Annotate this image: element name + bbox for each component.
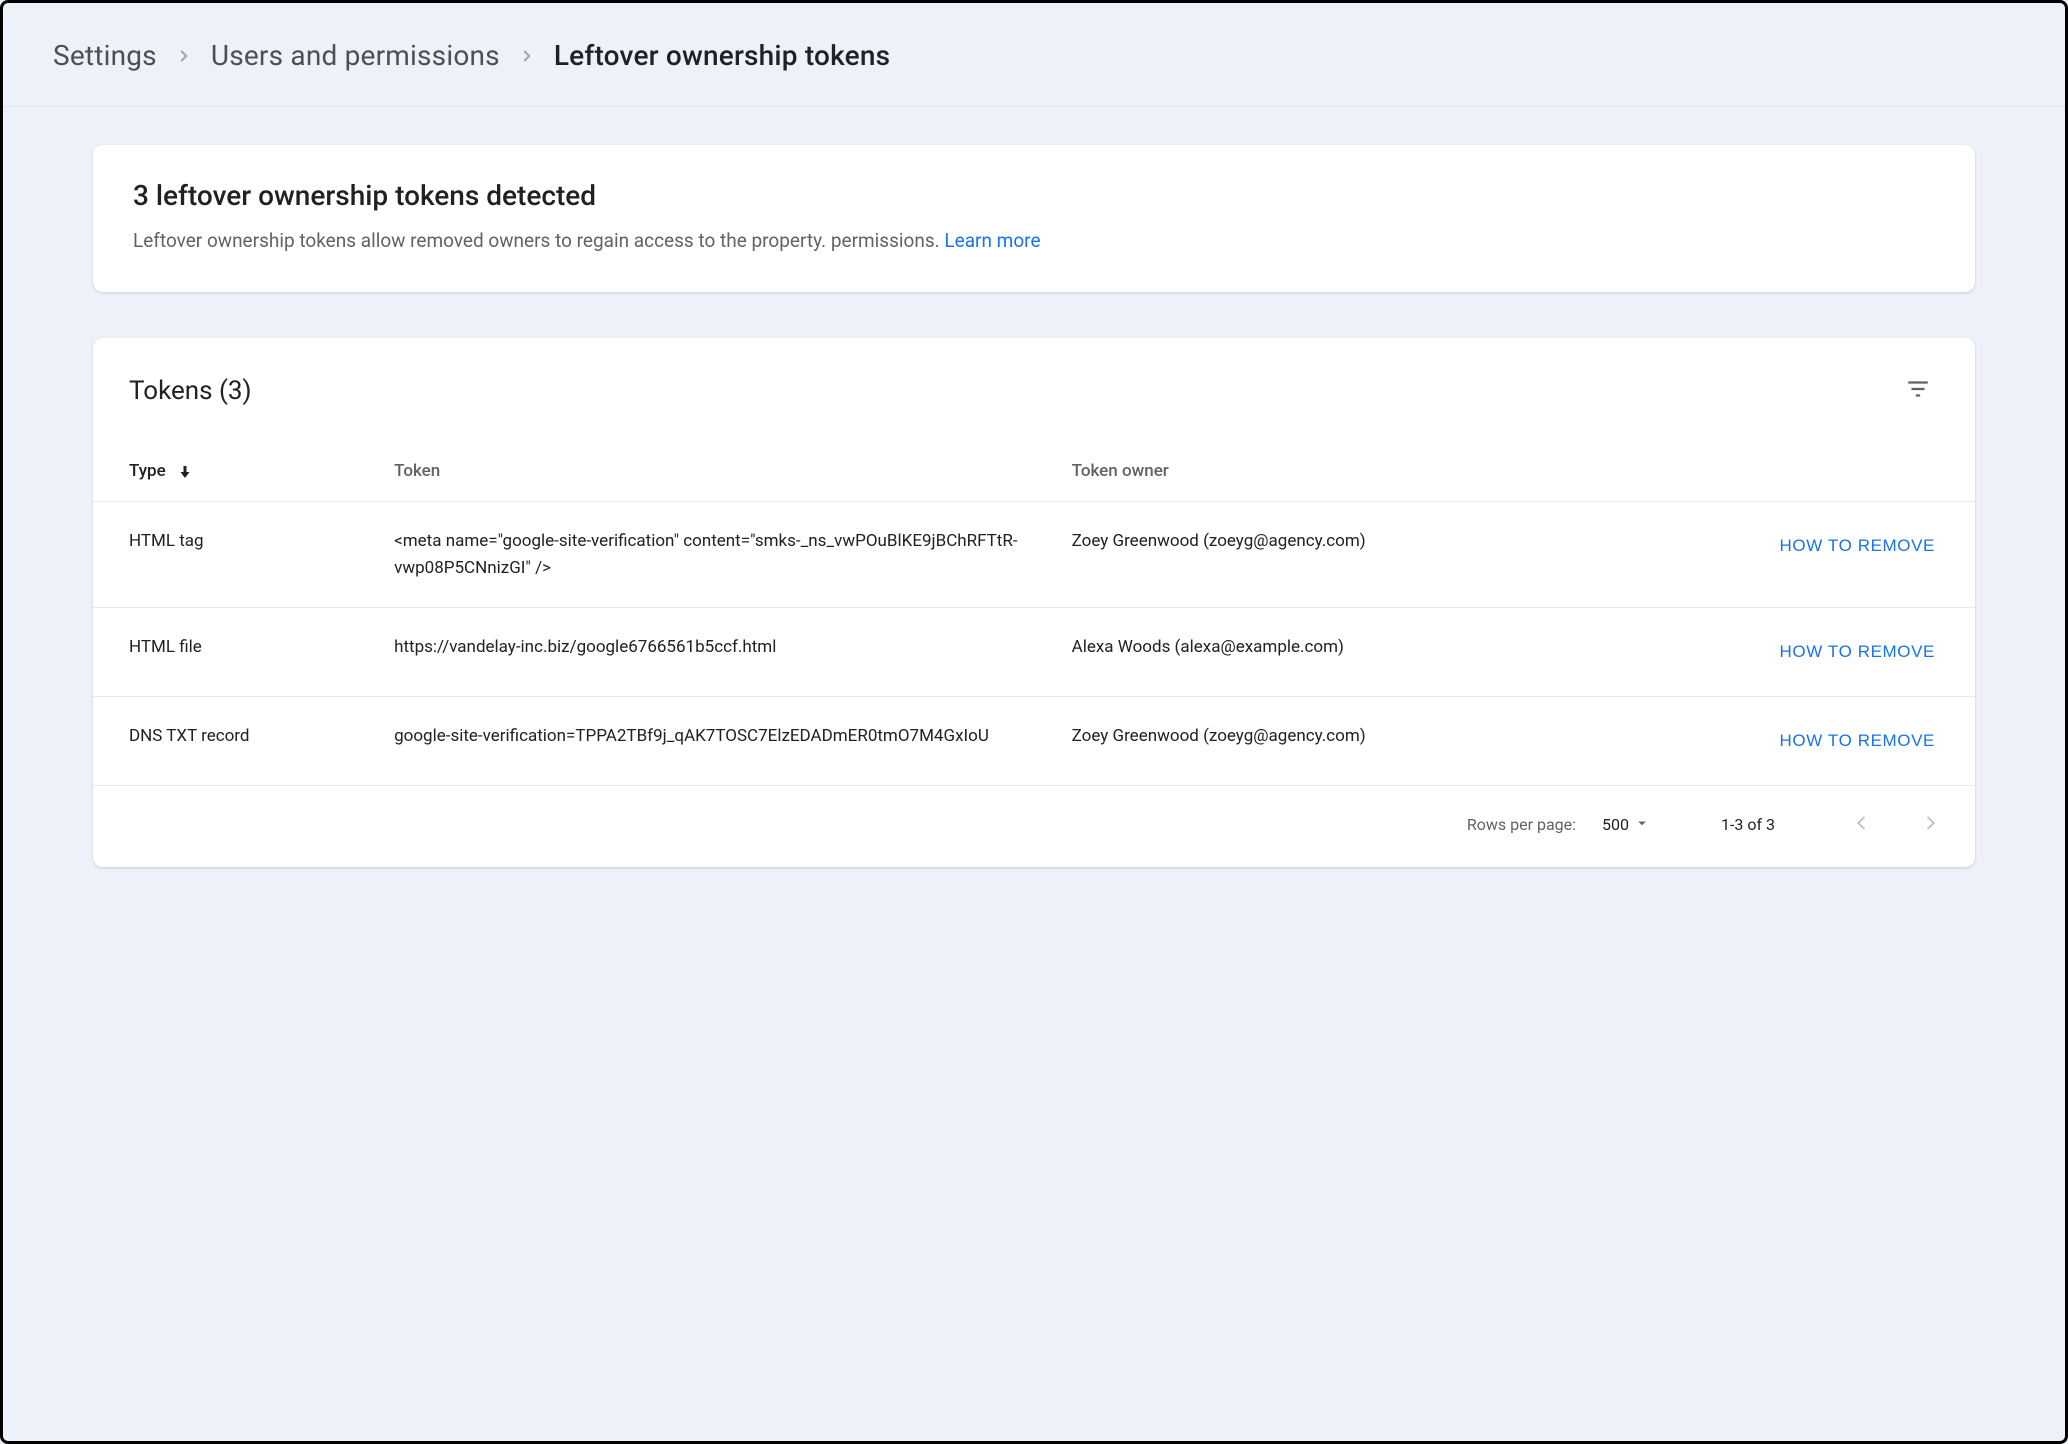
how-to-remove-button[interactable]: HOW TO REMOVE bbox=[1776, 634, 1939, 670]
table-title: Tokens (3) bbox=[129, 376, 252, 406]
rows-per-page-value: 500 bbox=[1602, 815, 1629, 834]
sort-descending-icon bbox=[176, 463, 194, 481]
pagination: Rows per page: 500 1-3 of 3 bbox=[93, 786, 1975, 867]
next-page-button[interactable] bbox=[1913, 806, 1947, 843]
table-row: HTML file https://vandelay-inc.biz/googl… bbox=[93, 608, 1975, 697]
filter-button[interactable] bbox=[1897, 368, 1939, 413]
cell-type: HTML tag bbox=[93, 502, 394, 608]
cell-owner: Zoey Greenwood (zoeyg@agency.com) bbox=[1072, 697, 1637, 786]
filter-icon bbox=[1905, 376, 1931, 405]
column-owner[interactable]: Token owner bbox=[1072, 423, 1637, 502]
chevron-right-icon bbox=[1919, 812, 1941, 837]
how-to-remove-button[interactable]: HOW TO REMOVE bbox=[1776, 528, 1939, 564]
breadcrumb: Settings Users and permissions Leftover … bbox=[3, 3, 2065, 107]
cell-owner: Alexa Woods (alexa@example.com) bbox=[1072, 608, 1637, 697]
table-row: DNS TXT record google-site-verification=… bbox=[93, 697, 1975, 786]
breadcrumb-settings[interactable]: Settings bbox=[53, 39, 157, 72]
tokens-card: Tokens (3) Type bbox=[93, 338, 1975, 867]
cell-token: <meta name="google-site-verification" co… bbox=[394, 502, 1072, 608]
learn-more-link[interactable]: Learn more bbox=[944, 229, 1040, 252]
breadcrumb-users-permissions[interactable]: Users and permissions bbox=[211, 39, 500, 72]
alert-description: Leftover ownership tokens allow removed … bbox=[133, 229, 944, 252]
table-row: HTML tag <meta name="google-site-verific… bbox=[93, 502, 1975, 608]
column-token[interactable]: Token bbox=[394, 423, 1072, 502]
breadcrumb-current: Leftover ownership tokens bbox=[554, 39, 890, 72]
column-type-label: Type bbox=[129, 461, 166, 481]
table-header-row: Type Token Token owner bbox=[93, 423, 1975, 502]
chevron-left-icon bbox=[1851, 812, 1873, 837]
rows-per-page-label: Rows per page: bbox=[1467, 815, 1576, 834]
how-to-remove-button[interactable]: HOW TO REMOVE bbox=[1776, 723, 1939, 759]
alert-card: 3 leftover ownership tokens detected Lef… bbox=[93, 145, 1975, 292]
tokens-table: Type Token Token owner HTML bbox=[93, 423, 1975, 786]
cell-token: google-site-verification=TPPA2TBf9j_qAK7… bbox=[394, 697, 1072, 786]
chevron-right-icon bbox=[175, 47, 193, 65]
alert-body: Leftover ownership tokens allow removed … bbox=[133, 226, 1935, 256]
previous-page-button[interactable] bbox=[1845, 806, 1879, 843]
cell-type: DNS TXT record bbox=[93, 697, 394, 786]
rows-per-page-select[interactable]: 500 bbox=[1602, 814, 1651, 836]
chevron-right-icon bbox=[518, 47, 536, 65]
cell-owner: Zoey Greenwood (zoeyg@agency.com) bbox=[1072, 502, 1637, 608]
alert-title: 3 leftover ownership tokens detected bbox=[133, 179, 1935, 212]
column-type[interactable]: Type bbox=[93, 423, 394, 502]
cell-type: HTML file bbox=[93, 608, 394, 697]
dropdown-icon bbox=[1633, 814, 1651, 836]
cell-token: https://vandelay-inc.biz/google6766561b5… bbox=[394, 608, 1072, 697]
page-range: 1-3 of 3 bbox=[1693, 815, 1803, 834]
